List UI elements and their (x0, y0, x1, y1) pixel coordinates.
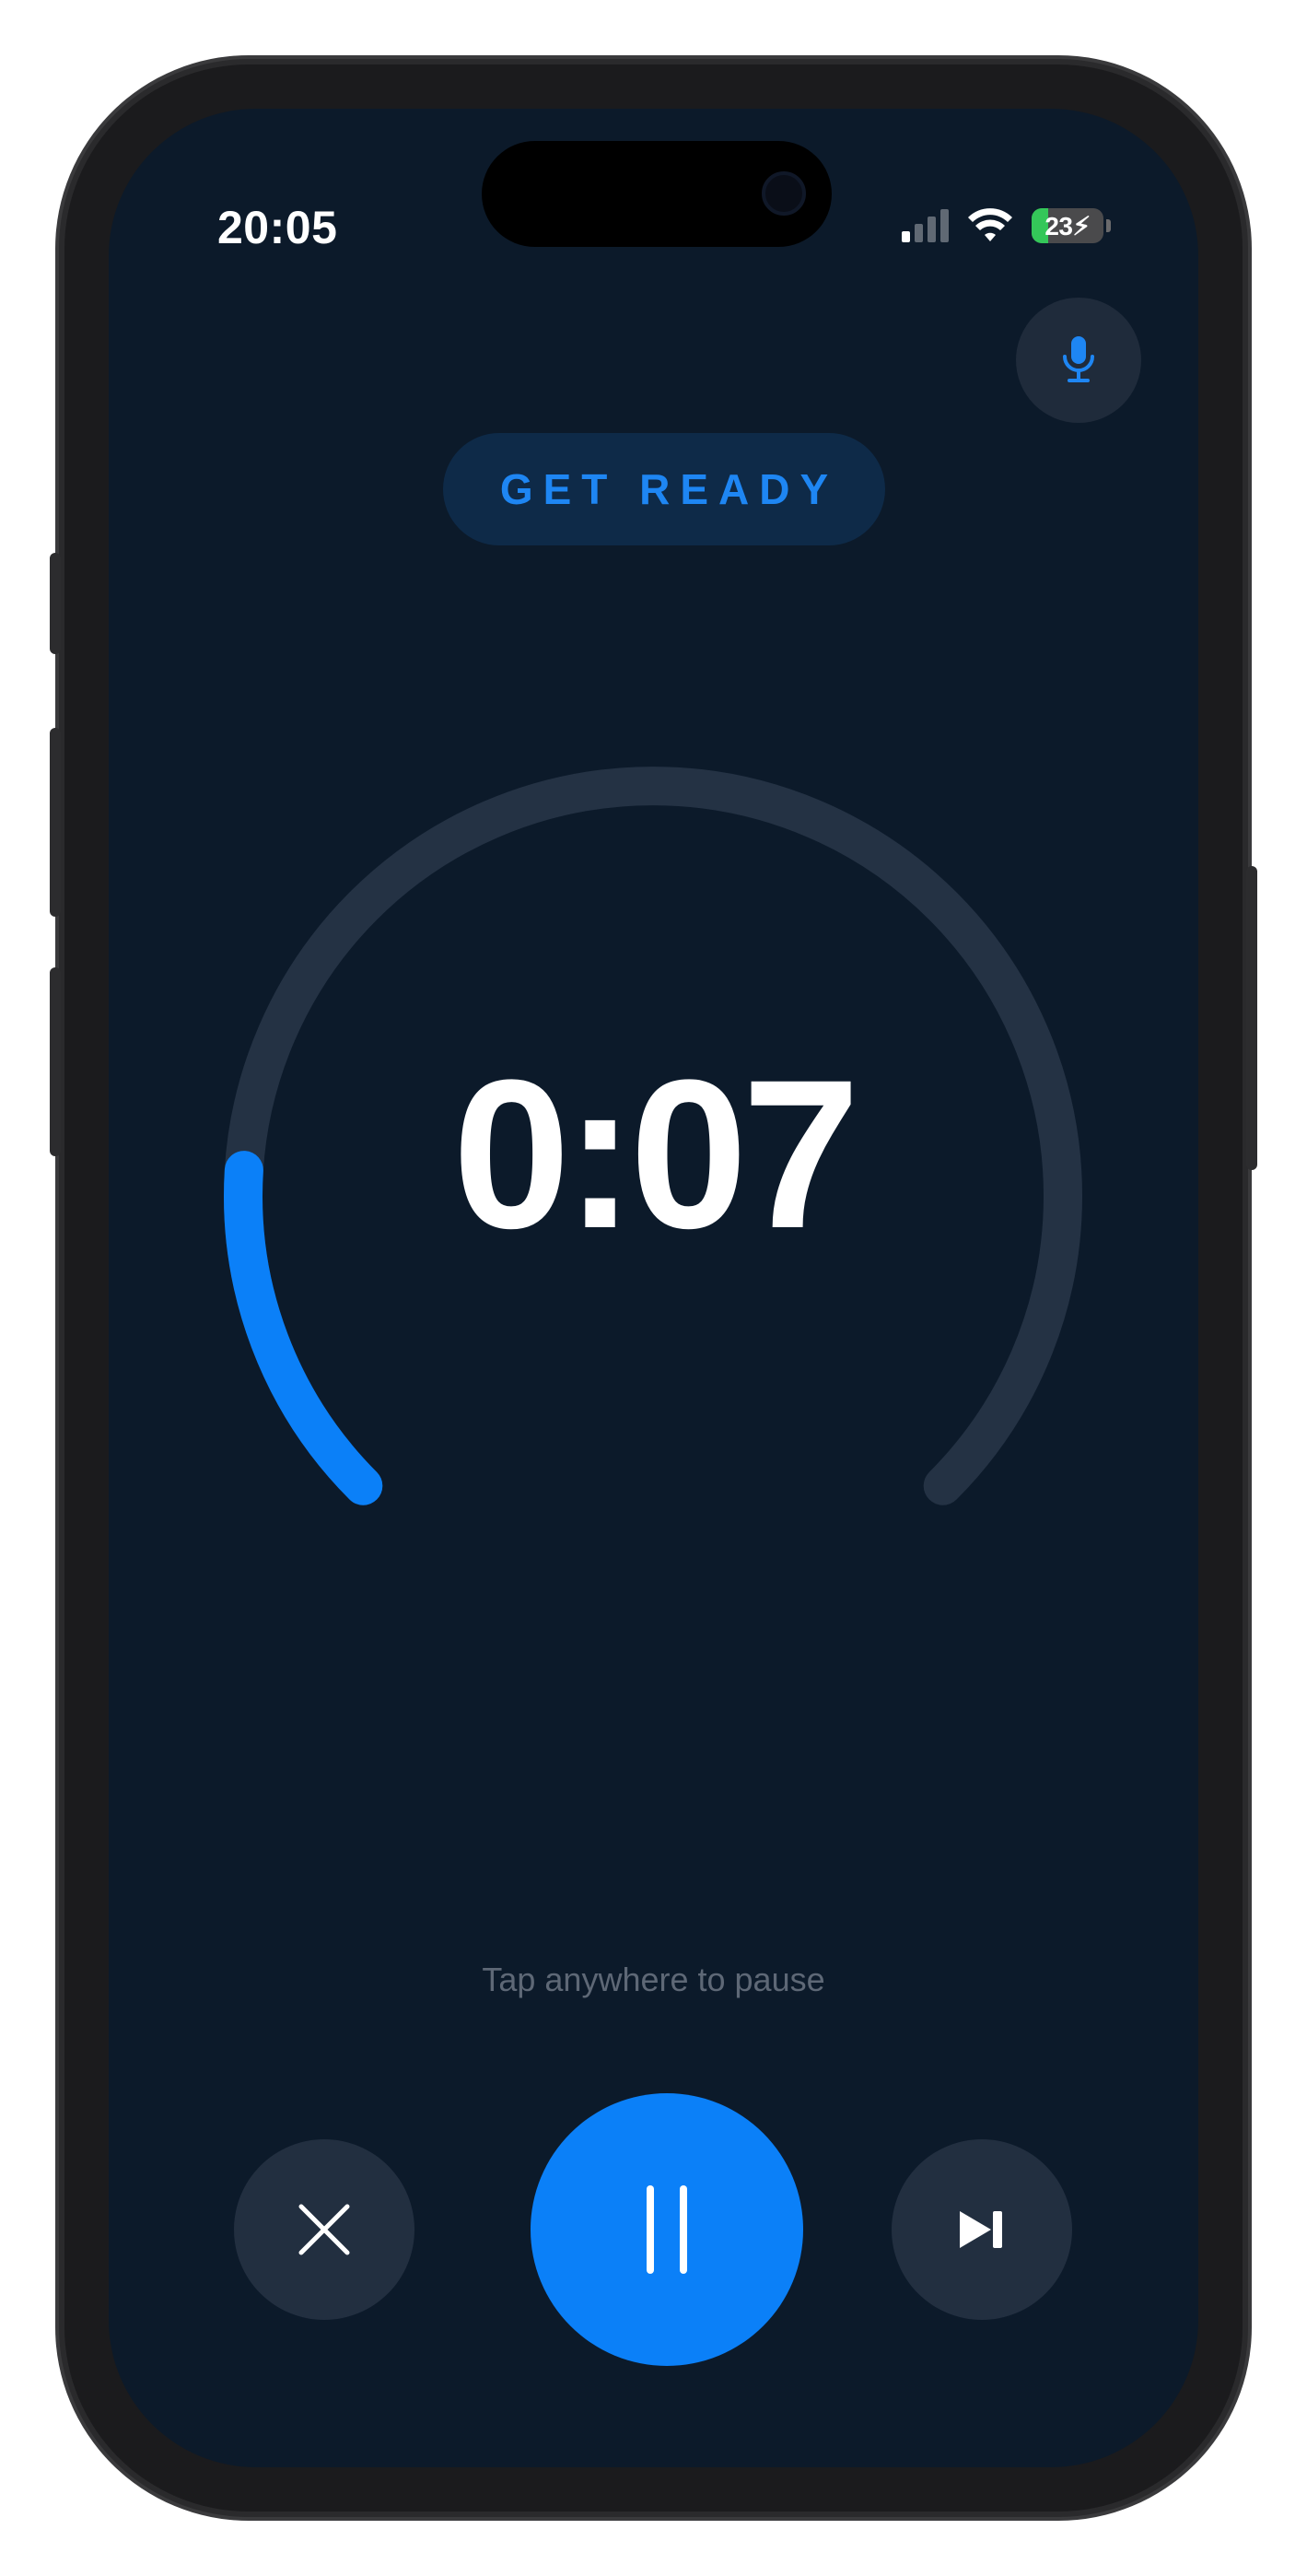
pause-hint: Tap anywhere to pause (482, 1961, 825, 1998)
phone-frame: 20:05 23⚡︎ GET READY 0:07 Tap anywhere t… (50, 64, 1257, 2512)
power-button (1246, 866, 1257, 1170)
skip-button[interactable] (892, 2139, 1072, 2320)
close-button[interactable] (234, 2139, 414, 2320)
skip-forward-icon (960, 2211, 1002, 2248)
app-screen[interactable]: 20:05 23⚡︎ GET READY 0:07 Tap anywhere t… (109, 109, 1198, 2467)
volume-up-button (50, 728, 61, 917)
pause-icon (647, 2185, 687, 2274)
close-icon (298, 2204, 350, 2255)
action-button (50, 553, 61, 654)
volume-down-button (50, 967, 61, 1156)
pause-button[interactable] (531, 2093, 803, 2366)
countdown-timer: 0:07 (452, 1036, 859, 1272)
